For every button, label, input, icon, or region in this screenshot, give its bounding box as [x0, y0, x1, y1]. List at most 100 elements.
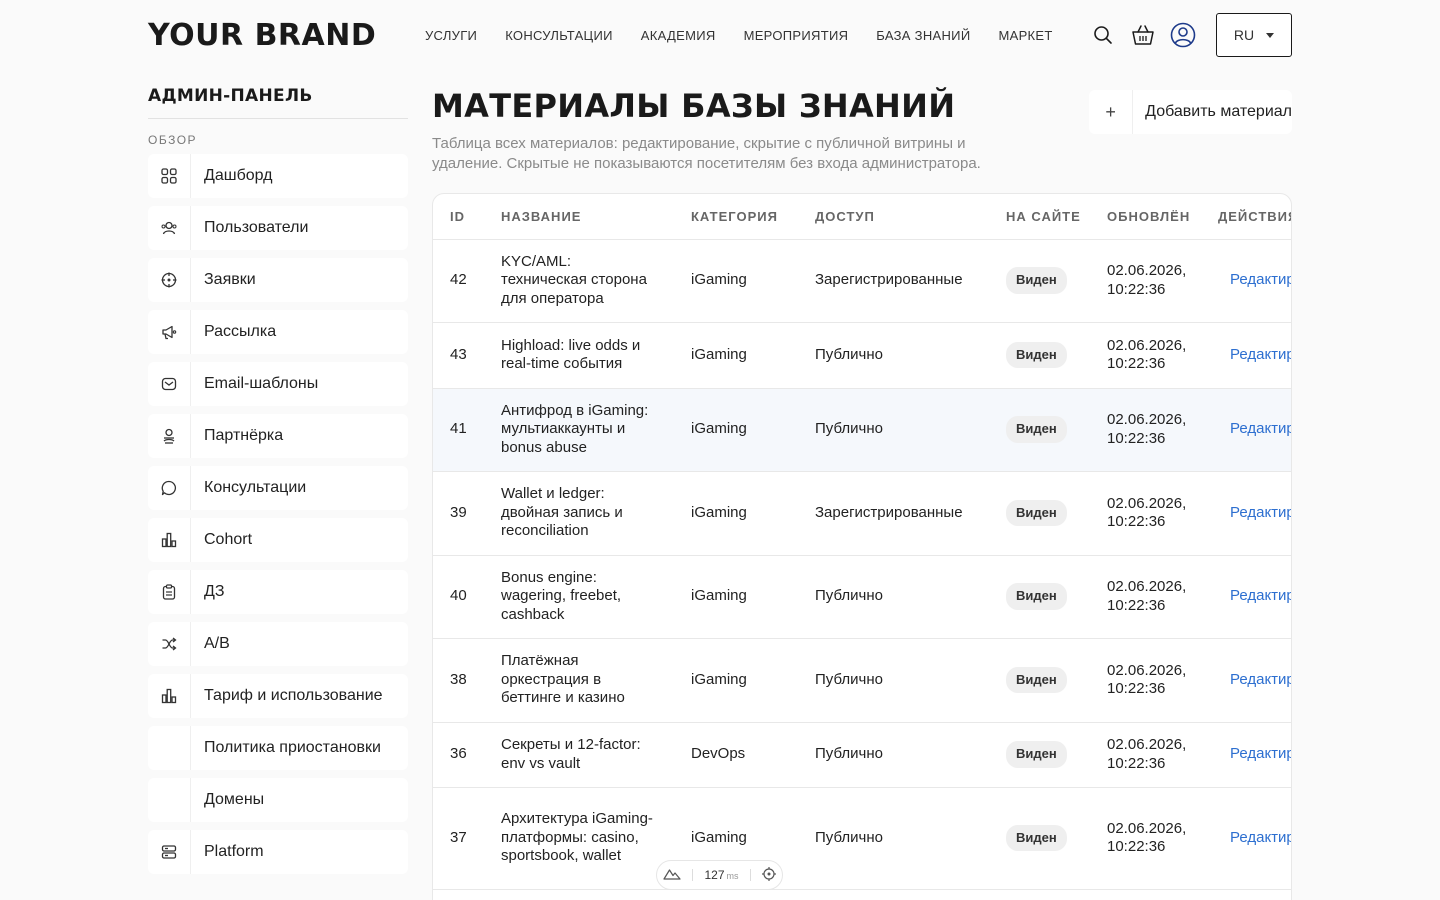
language-value: RU — [1233, 27, 1255, 43]
edit-link[interactable]: Редактировать — [1218, 745, 1291, 762]
cell-updated: 02.06.2026, 10:22:36 — [1090, 787, 1201, 890]
materials-table: ID НАЗВАНИЕ КАТЕГОРИЯ ДОСТУП НА САЙТЕ ОБ… — [433, 194, 1291, 890]
cell-access: Зарегистрированные — [798, 471, 989, 556]
nav-link-knowledge-base[interactable]: БАЗА ЗНАНИЙ — [876, 28, 970, 43]
status-badge[interactable]: Виден — [1006, 666, 1067, 694]
server-icon — [148, 830, 191, 874]
cell-category: iGaming — [674, 239, 798, 323]
nav-link-academy[interactable]: АКАДЕМИЯ — [641, 28, 716, 43]
user-account-icon[interactable] — [1170, 22, 1196, 48]
nav-link-consultations[interactable]: КОНСУЛЬТАЦИИ — [505, 28, 613, 43]
mountain-icon[interactable] — [663, 868, 681, 883]
cell-access: Публично — [798, 388, 989, 472]
cell-name: KYC/AML: техническая сторона для операто… — [484, 239, 674, 323]
cell-actions: Редактировать — [1201, 787, 1291, 890]
cell-updated: 02.06.2026, 10:22:36 — [1090, 322, 1201, 389]
chevron-down-icon — [1266, 32, 1275, 38]
add-material-button[interactable]: + Добавить материал — [1089, 90, 1292, 134]
status-badge[interactable]: Виден — [1006, 416, 1067, 443]
status-badge[interactable]: Виден — [1006, 499, 1067, 527]
sidebar-item-label: A/B — [204, 635, 230, 652]
cell-category: iGaming — [674, 322, 798, 389]
toolbar-divider — [749, 869, 751, 881]
main-content: МАТЕРИАЛЫ БАЗЫ ЗНАНИЙ Таблица всех матер… — [432, 86, 1292, 900]
sidebar-item-homework[interactable]: ДЗ — [148, 570, 408, 614]
sidebar-item-requests[interactable]: Заявки — [148, 258, 408, 302]
sidebar-item-suspension-policy[interactable]: Политика приостановки — [148, 726, 408, 770]
cell-actions: Редактировать — [1201, 555, 1291, 639]
admin-sidebar: АДМИН-ПАНЕЛЬ ОБЗОР Дашборд Пользователи … — [148, 86, 408, 882]
sidebar-item-dashboard[interactable]: Дашборд — [148, 154, 408, 198]
nav-link-market[interactable]: МАРКЕТ — [998, 28, 1052, 43]
sidebar-item-mailing[interactable]: Рассылка — [148, 310, 408, 354]
table-row: 39 Wallet и ledger: двойная запись и rec… — [433, 471, 1291, 556]
sidebar-item-label: Platform — [204, 843, 264, 860]
grid-icon — [148, 154, 191, 198]
column-header-id[interactable]: ID — [433, 194, 484, 240]
users-icon — [148, 206, 191, 250]
sidebar-item-cohort[interactable]: Cohort — [148, 518, 408, 562]
cell-category: iGaming — [674, 638, 798, 723]
language-select[interactable]: RU — [1216, 13, 1292, 57]
clipboard-icon — [148, 570, 191, 614]
cell-actions: Редактировать — [1201, 239, 1291, 323]
cell-id: 36 — [433, 722, 484, 788]
sidebar-item-consultations[interactable]: Консультации — [148, 466, 408, 510]
cell-category: iGaming — [674, 388, 798, 472]
nav-link-events[interactable]: МЕРОПРИЯТИЯ — [744, 28, 849, 43]
status-badge[interactable]: Виден — [1006, 267, 1067, 294]
edit-link[interactable]: Редактировать — [1218, 346, 1291, 363]
column-header-category[interactable]: КАТЕГОРИЯ — [674, 194, 798, 240]
edit-link[interactable]: Редактировать — [1218, 420, 1291, 437]
sidebar-item-ab-tests[interactable]: A/B — [148, 622, 408, 666]
blank-icon — [148, 778, 191, 822]
search-icon[interactable] — [1090, 22, 1116, 48]
page-description: Таблица всех материалов: редактирование,… — [432, 135, 981, 172]
nav-link-services[interactable]: УСЛУГИ — [425, 28, 477, 43]
status-badge[interactable]: Виден — [1006, 583, 1067, 610]
column-header-access[interactable]: ДОСТУП — [798, 194, 989, 240]
sidebar-item-billing[interactable]: Тариф и использование — [148, 674, 408, 718]
edit-link[interactable]: Редактировать — [1218, 271, 1291, 288]
status-badge[interactable]: Виден — [1006, 824, 1067, 852]
status-badge[interactable]: Виден — [1006, 341, 1067, 369]
sidebar-item-users[interactable]: Пользователи — [148, 206, 408, 250]
edit-link[interactable]: Редактировать — [1218, 587, 1291, 604]
cell-id: 37 — [433, 787, 484, 890]
dev-toolbar[interactable]: 127 ms — [656, 860, 783, 890]
crosshair-icon[interactable] — [762, 866, 777, 884]
cell-updated: 02.06.2026, 10:22:36 — [1090, 471, 1201, 556]
toolbar-divider — [692, 869, 694, 881]
cell-visibility: Виден — [989, 638, 1090, 723]
sidebar-item-domains[interactable]: Домены — [148, 778, 408, 822]
brand-logo[interactable]: YOUR BRAND — [148, 18, 425, 53]
render-time: 127 ms — [704, 868, 738, 882]
render-time-unit: ms — [726, 871, 739, 881]
cell-access: Публично — [798, 638, 989, 723]
edit-link[interactable]: Редактировать — [1218, 504, 1291, 521]
column-header-updated[interactable]: ОБНОВЛЁН — [1090, 194, 1201, 240]
cell-access: Публично — [798, 722, 989, 788]
status-badge[interactable]: Виден — [1006, 741, 1067, 768]
sidebar-item-email-templates[interactable]: Email-шаблоны — [148, 362, 408, 406]
cell-visibility: Виден — [989, 388, 1090, 472]
cell-id: 41 — [433, 388, 484, 472]
table-row: 37 Архитектура iGaming-платформы: casino… — [433, 787, 1291, 890]
column-header-visibility[interactable]: НА САЙТЕ — [989, 194, 1090, 240]
edit-link[interactable]: Редактировать — [1218, 671, 1291, 688]
sidebar-item-platform[interactable]: Platform — [148, 830, 408, 874]
partner-icon — [148, 414, 191, 458]
cell-visibility: Виден — [989, 722, 1090, 788]
cart-icon[interactable] — [1130, 22, 1156, 48]
sidebar-item-label: Политика приостановки — [204, 739, 381, 756]
materials-table-container[interactable]: ID НАЗВАНИЕ КАТЕГОРИЯ ДОСТУП НА САЙТЕ ОБ… — [432, 193, 1292, 900]
cell-updated: 02.06.2026, 10:22:36 — [1090, 638, 1201, 723]
edit-link[interactable]: Редактировать — [1218, 829, 1291, 846]
sidebar-item-partners[interactable]: Партнёрка — [148, 414, 408, 458]
column-header-actions: ДЕЙСТВИЯ — [1201, 194, 1291, 240]
cell-actions: Редактировать — [1201, 388, 1291, 472]
sidebar-section-label: ОБЗОР — [148, 133, 198, 147]
column-header-name[interactable]: НАЗВАНИЕ — [484, 194, 674, 240]
megaphone-icon — [148, 310, 191, 354]
cell-access: Зарегистрированные — [798, 239, 989, 323]
